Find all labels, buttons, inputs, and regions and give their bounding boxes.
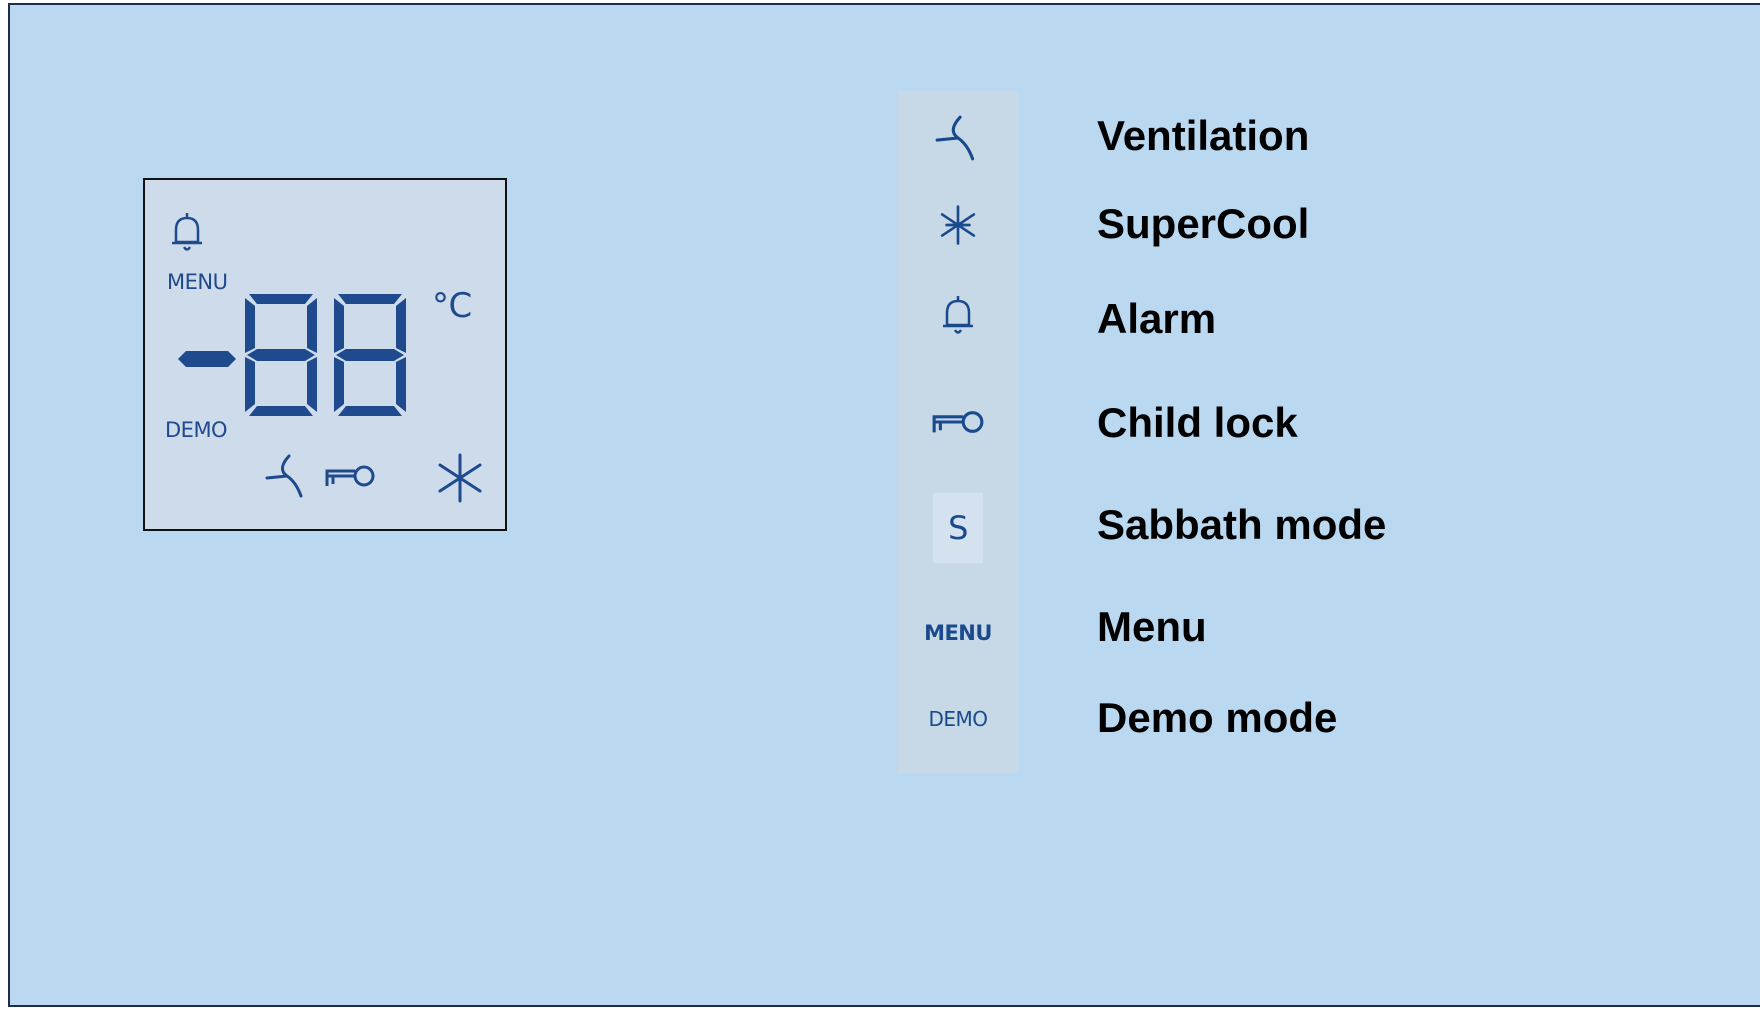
- legend-label-supercool: SuperCool: [1097, 200, 1310, 247]
- lcd-display: MENU DEMO °C: [143, 178, 507, 531]
- legend-icon-sabbath: S: [898, 493, 1018, 563]
- snowflake-icon: [940, 205, 976, 245]
- legend-icon-menu: MENU: [898, 621, 1018, 645]
- lcd-unit-label: °C: [432, 286, 472, 326]
- legend-label-demo-mode: Demo mode: [1097, 694, 1338, 741]
- legend-icon-demo: DEMO: [898, 707, 1018, 731]
- menu-icon: MENU: [924, 621, 992, 645]
- legend-icon-child-lock: [898, 407, 1018, 442]
- snowflake-icon: [438, 453, 482, 503]
- lcd-minus-segment: [178, 351, 236, 367]
- lcd-menu-label: MENU: [167, 270, 228, 294]
- demo-icon: DEMO: [928, 707, 988, 731]
- lcd-demo-label: DEMO: [165, 418, 228, 442]
- legend-icon-ventilation: [898, 113, 1018, 168]
- fan-icon: [935, 115, 975, 161]
- bell-icon: [943, 296, 973, 334]
- legend-label-ventilation: Ventilation: [1097, 112, 1310, 159]
- legend-icon-strip: S MENU DEMO: [898, 91, 1018, 773]
- legend-label-menu: Menu: [1097, 603, 1207, 650]
- lcd-digit-1: [245, 294, 317, 416]
- lcd-digit-2: [334, 294, 406, 416]
- key-icon: [325, 465, 375, 487]
- legend-icon-alarm: [898, 294, 1018, 343]
- sabbath-icon: S: [933, 493, 983, 563]
- key-icon: [932, 411, 984, 433]
- legend-label-child-lock: Child lock: [1097, 399, 1298, 446]
- legend-label-alarm: Alarm: [1097, 295, 1217, 342]
- legend-label-sabbath-mode: Sabbath mode: [1097, 501, 1387, 548]
- diagram-canvas: MENU DEMO °C S MENU DEMO Ventilation Sup…: [8, 3, 1760, 1007]
- legend-icon-supercool: [898, 203, 1018, 252]
- fan-icon: [265, 454, 303, 498]
- bell-icon: [172, 213, 202, 251]
